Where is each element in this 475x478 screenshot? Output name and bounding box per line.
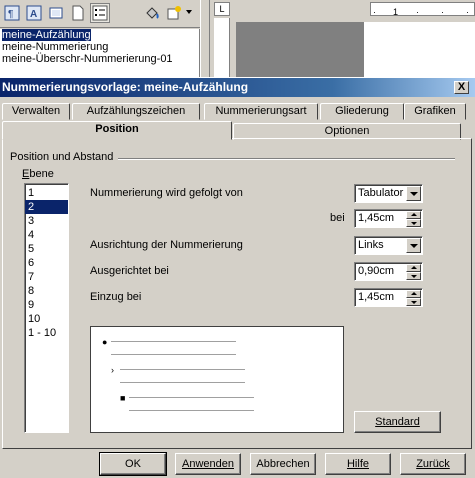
chevron-down-icon[interactable] [406,186,421,201]
preview-line [129,397,254,398]
paragraph-styles-icon: ¶ [4,5,20,21]
list-styles-button[interactable] [90,3,110,23]
spin-down-icon[interactable] [406,219,421,227]
style-list[interactable]: meine-Aufzählung meine-Nummerierung mein… [0,29,200,81]
level-item[interactable]: 9 [25,298,68,312]
section-divider [118,158,455,160]
level-item[interactable]: 6 [25,256,68,270]
svg-text:¶: ¶ [8,9,13,20]
character-styles-icon: A [26,5,42,21]
level-item[interactable]: 7 [25,270,68,284]
at-spinfield[interactable]: 1,45cm [354,209,423,228]
preview-pane: ● › ■ [90,326,344,433]
preview-line [120,369,245,370]
indent-spinfield[interactable]: 1,45cm [354,288,423,307]
style-list-item[interactable]: meine-Aufzählung [0,29,199,41]
ok-button[interactable]: OK [99,452,167,476]
page-styles-icon [72,5,84,21]
level-item[interactable]: 2 [25,200,68,214]
aligned-at-label: Ausgerichtet bei [90,265,169,277]
frame-styles-button[interactable] [46,3,66,23]
level-item[interactable]: 3 [25,214,68,228]
alignment-label: Ausrichtung der Nummerierung [90,239,243,251]
chevron-down-icon[interactable] [186,10,192,14]
aligned-at-spinfield[interactable]: 0,90cm [354,262,423,281]
preview-line [111,354,236,355]
indent-label: Einzug bei [90,291,142,303]
style-list-item[interactable]: meine-Überschr-Nummerierung-01 [0,53,199,65]
pane-divider[interactable] [200,0,210,82]
help-button[interactable]: Hilfe [325,453,391,475]
tab-stop-corner-button[interactable]: L [214,2,230,16]
character-styles-button[interactable]: A [24,3,44,23]
document-page[interactable] [364,22,475,82]
spin-down-icon[interactable] [406,298,421,306]
preview-line [120,382,245,383]
paragraph-styles-button[interactable]: ¶ [2,3,22,23]
level-item[interactable]: 8 [25,284,68,298]
list-style-dialog: Nummerierungsvorlage: meine-Aufzählung X… [0,77,475,478]
new-style-icon [167,6,181,20]
level-label: Ebene [22,168,54,180]
close-button[interactable]: X [454,81,469,94]
spin-up-icon[interactable] [406,264,421,272]
frame-styles-icon [49,7,63,19]
page-styles-button[interactable] [68,3,88,23]
spin-up-icon[interactable] [406,290,421,298]
level-item[interactable]: 4 [25,228,68,242]
paint-bucket-icon [146,7,159,19]
alignment-select[interactable]: Links [354,236,423,255]
tab-grafiken[interactable]: Grafiken [404,103,466,120]
spin-up-icon[interactable] [406,211,421,219]
preview-line [111,341,236,342]
tab-aufzaehlungszeichen[interactable]: Aufzählungszeichen [72,103,200,120]
at-label: bei [330,212,345,224]
horizontal-ruler[interactable]: · 1 · · · [370,2,475,17]
arrow-bullet-icon: › [111,365,114,375]
level-item[interactable]: 10 [25,312,68,326]
svg-text:A: A [30,9,37,20]
level-item[interactable]: 5 [25,242,68,256]
tab-nummerierungsart[interactable]: Nummerierungsart [204,103,318,120]
level-item[interactable]: 1 [25,186,68,200]
cancel-button[interactable]: Abbrechen [250,453,316,475]
square-bullet-icon: ■ [120,393,126,403]
back-button[interactable]: Zurück [400,453,466,475]
bullet-icon: ● [102,337,108,347]
preview-line [129,410,254,411]
followed-by-label: Nummerierung wird gefolgt von [90,187,243,199]
list-styles-icon [92,5,108,21]
level-item[interactable]: 1 - 10 [25,326,68,340]
fill-format-mode-button[interactable] [142,3,162,23]
vertical-ruler[interactable] [214,18,230,82]
style-list-item[interactable]: meine-Nummerierung [0,41,199,53]
tab-position[interactable]: Position [2,121,232,140]
dialog-title[interactable]: Nummerierungsvorlage: meine-Aufzählung X [0,78,475,97]
chevron-down-icon[interactable] [406,238,421,253]
spin-down-icon[interactable] [406,272,421,280]
standard-button[interactable]: Standard [354,411,441,433]
section-title: Position und Abstand [10,151,114,163]
tab-verwalten[interactable]: Verwalten [2,103,70,120]
apply-button[interactable]: Anwenden [175,453,241,475]
new-style-from-selection-button[interactable] [164,3,184,23]
document-canvas [236,22,475,82]
ruler-mark: 1 [393,7,399,17]
tab-gliederung[interactable]: Gliederung [320,103,404,120]
document-area: L · 1 · · · [210,0,475,82]
stylist-toolbar: ¶ A [0,0,200,28]
followed-by-select[interactable]: Tabulator [354,184,423,203]
level-list[interactable]: 1 2 3 4 5 6 7 8 9 10 1 - 10 [24,183,69,433]
